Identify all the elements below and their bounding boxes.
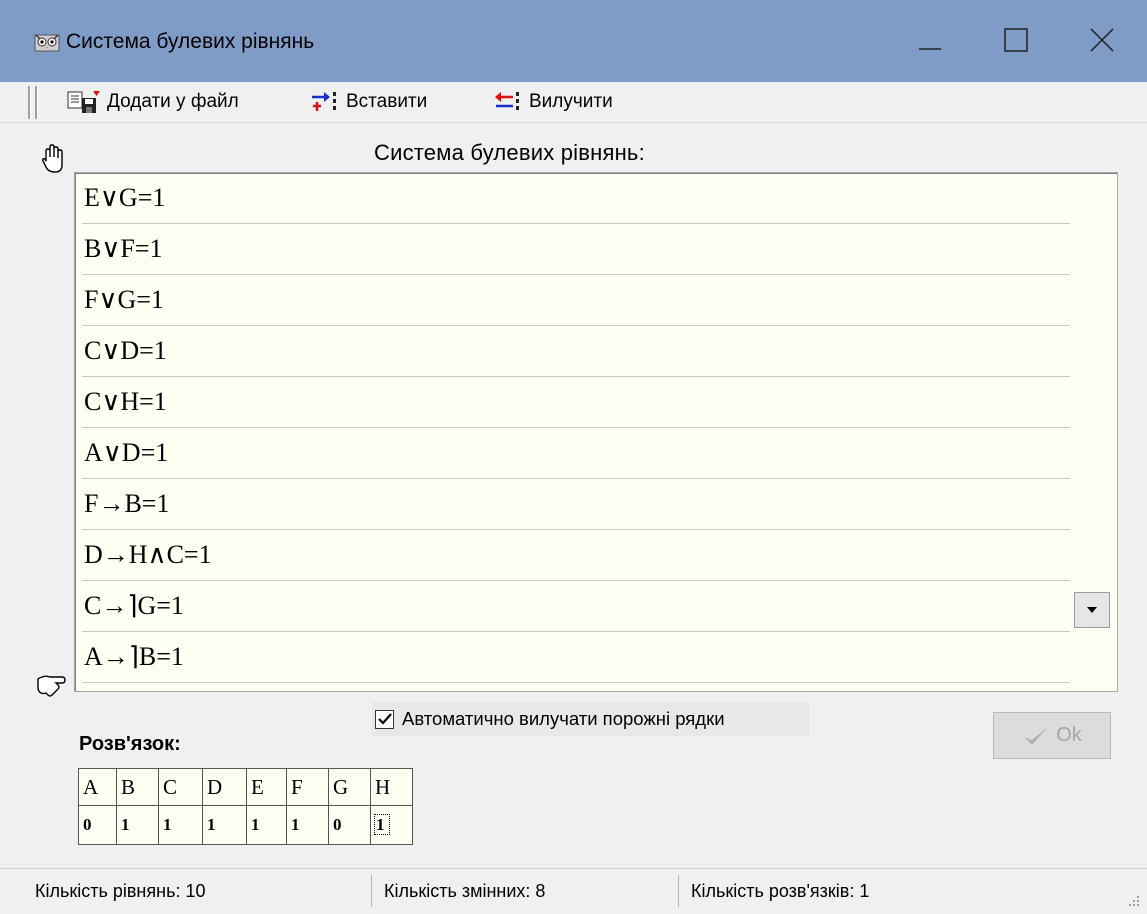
insert-row-icon — [312, 92, 336, 111]
minimize-button[interactable] — [900, 18, 960, 62]
toolbar-grip[interactable] — [28, 86, 31, 119]
title-bar[interactable]: Система булевих рівнянь — [0, 0, 1147, 83]
solution-header-cell: A — [78, 768, 117, 806]
caret-down-icon — [1087, 607, 1097, 613]
status-separator — [678, 875, 679, 907]
solution-header-row: A B C D E F G H — [78, 768, 413, 806]
add-to-file-icon — [67, 91, 100, 113]
auto-remove-empty-label: Автоматично вилучати порожні рядки — [402, 708, 725, 729]
maximize-button[interactable] — [986, 18, 1046, 62]
auto-remove-empty-checkbox[interactable]: Автоматично вилучати порожні рядки — [372, 702, 810, 736]
remove-label: Вилучити — [529, 91, 613, 112]
equation-row[interactable]: C∨D=1 — [82, 326, 1070, 377]
solution-value-cell[interactable]: 1 — [116, 805, 159, 845]
minimize-icon — [919, 48, 941, 50]
solution-table[interactable]: A B C D E F G H 0 1 1 1 1 1 0 1 — [78, 768, 413, 845]
ok-label: Ok — [1056, 724, 1082, 746]
solution-header-cell: D — [202, 768, 247, 806]
insert-label: Вставити — [346, 91, 428, 112]
toolbar: Додати у файл Вставити Вилучити — [0, 82, 1147, 123]
equations-count: Кількість рівнянь: 10 — [35, 881, 206, 901]
owl-icon — [34, 34, 60, 52]
equation-row[interactable]: F→B=1 — [82, 479, 1070, 530]
equation-row[interactable]: E∨G=1 — [82, 173, 1070, 224]
remove-row-icon — [495, 92, 519, 110]
hand-pointing-down-icon[interactable] — [34, 673, 70, 701]
checkmark-icon — [1024, 726, 1049, 745]
solution-value-cell[interactable]: 1 — [246, 805, 287, 845]
ok-button[interactable]: Ok — [993, 712, 1111, 759]
solution-header-cell: E — [246, 768, 287, 806]
status-separator — [371, 875, 372, 907]
focused-cell-text: 1 — [374, 814, 390, 835]
equation-row[interactable]: B∨F=1 — [82, 224, 1070, 275]
checkbox-box[interactable] — [375, 709, 394, 729]
solution-value-cell[interactable]: 0 — [78, 805, 117, 845]
equations-list[interactable]: E∨G=1 B∨F=1 F∨G=1 C∨D=1 C∨H=1 A∨D=1 F→B=… — [74, 172, 1118, 692]
solution-header-cell: G — [328, 768, 371, 806]
solution-header-cell: B — [116, 768, 159, 806]
solution-value-cell[interactable]: 1 — [286, 805, 329, 845]
hand-pointing-up-icon[interactable] — [40, 143, 68, 175]
solution-value-cell[interactable]: 0 — [328, 805, 371, 845]
solution-header-cell: C — [158, 768, 203, 806]
solution-value-cell[interactable]: 1 — [202, 805, 247, 845]
equation-row[interactable]: C→⌉G=1 — [82, 581, 1070, 632]
add-to-file-label: Додати у файл — [107, 91, 239, 112]
equation-row[interactable]: F∨G=1 — [82, 275, 1070, 326]
solution-value-cell[interactable]: 1 — [158, 805, 203, 845]
variables-count: Кількість змінних: 8 — [384, 881, 546, 901]
solution-header-cell: H — [370, 768, 413, 806]
add-to-file-button[interactable]: Додати у файл — [67, 86, 239, 118]
remove-button[interactable]: Вилучити — [493, 86, 613, 118]
resize-grip-icon[interactable] — [1127, 894, 1141, 908]
toolbar-grip[interactable] — [35, 86, 38, 119]
close-icon — [1090, 28, 1114, 52]
equation-row[interactable]: D→H∧C=1 — [82, 530, 1070, 581]
equation-row[interactable]: A∨D=1 — [82, 428, 1070, 479]
solution-value-row: 0 1 1 1 1 1 0 1 — [78, 805, 413, 845]
maximize-icon — [1004, 28, 1028, 52]
solution-value-cell-focused[interactable]: 1 — [370, 805, 413, 845]
equations-caption: Система булевих рівнянь: — [374, 140, 645, 165]
close-button[interactable] — [1072, 18, 1132, 62]
window-title: Система булевих рівнянь — [66, 30, 315, 53]
solutions-count: Кількість розв'язків: 1 — [691, 881, 870, 901]
checkmark-icon — [377, 713, 392, 725]
status-bar: Кількість рівнянь: 10 Кількість змінних:… — [0, 868, 1147, 914]
solution-label: Розв'язок: — [79, 733, 181, 755]
row-dropdown-button[interactable] — [1074, 592, 1110, 628]
equation-row[interactable]: C∨H=1 — [82, 377, 1070, 428]
equation-row[interactable]: A→⌉B=1 — [82, 632, 1070, 683]
insert-button[interactable]: Вставити — [310, 86, 427, 118]
solution-header-cell: F — [286, 768, 329, 806]
